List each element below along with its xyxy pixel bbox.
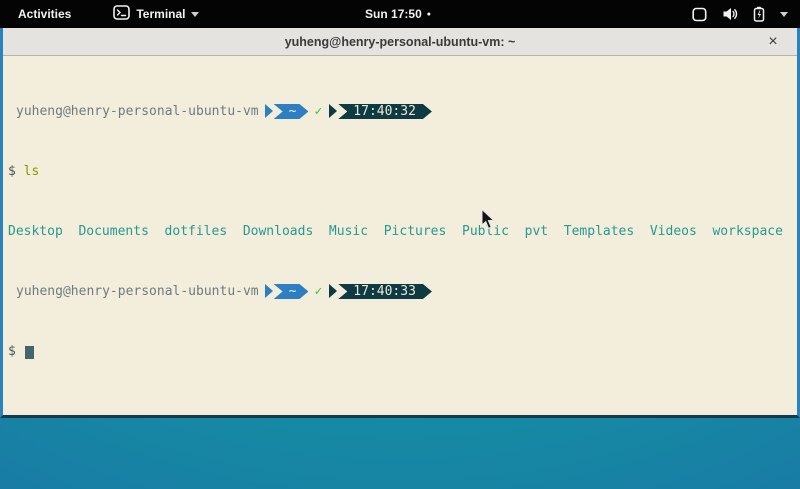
prompt-user: yuheng@henry-personal-ubuntu-vm [8, 284, 259, 299]
powerline-arrow-icon [265, 104, 273, 118]
directory-item: Templates [564, 224, 650, 239]
prompt-line: yuheng@henry-personal-ubuntu-vm ~ ✓ 17:40:3… [8, 284, 797, 299]
powerline-arrow-icon [265, 284, 273, 298]
system-status-area[interactable] [692, 6, 788, 22]
input-line: $ [8, 344, 797, 359]
desktop-background: yuheng@henry-personal-ubuntu-vm: ~ × yuh… [0, 28, 800, 489]
clock[interactable]: Sun 17:50 ● [365, 0, 431, 28]
directory-item: Desktop [8, 224, 78, 239]
close-button[interactable]: × [761, 28, 785, 55]
screen: Activities Terminal Sun 17:50 ● [0, 0, 800, 489]
prompt-path-segment: ~ [274, 284, 309, 299]
directory-item: Music [329, 224, 384, 239]
text-cursor [25, 346, 34, 359]
window-title: yuheng@henry-personal-ubuntu-vm: ~ [285, 35, 516, 49]
window-titlebar[interactable]: yuheng@henry-personal-ubuntu-vm: ~ × [3, 28, 797, 56]
ls-output-line: Desktop Documents dotfiles Downloads Mus… [8, 224, 797, 239]
volume-icon [722, 7, 738, 21]
terminal-content[interactable]: yuheng@henry-personal-ubuntu-vm ~ ✓ 17:40:3… [3, 56, 797, 414]
app-menu[interactable]: Terminal [113, 5, 199, 23]
command-line: $ ls [8, 164, 797, 179]
terminal-window: yuheng@henry-personal-ubuntu-vm: ~ × yuh… [0, 28, 800, 418]
prompt-symbol: $ [8, 344, 16, 359]
directory-item: dotfiles [165, 224, 243, 239]
directory-item: Pictures [384, 224, 462, 239]
chevron-down-icon [191, 12, 199, 17]
terminal-icon [113, 5, 130, 23]
app-menu-label: Terminal [136, 7, 185, 21]
powerline-arrow-icon [329, 284, 337, 298]
status-check-icon: ✓ [314, 104, 322, 119]
status-check-icon: ✓ [314, 284, 322, 299]
directory-item: Downloads [243, 224, 329, 239]
prompt-path-segment: ~ [274, 104, 309, 119]
powerline-arrow-icon [329, 104, 337, 118]
screen-icon [692, 7, 707, 22]
directory-item: workspace [712, 224, 782, 239]
clock-label: Sun 17:50 [365, 7, 422, 21]
directory-item: Documents [78, 224, 164, 239]
directory-item: pvt [525, 224, 564, 239]
prompt-time-segment: 17:40:33 [338, 284, 432, 299]
prompt-time-segment: 17:40:32 [338, 104, 432, 119]
chevron-down-icon [780, 12, 788, 17]
mouse-pointer-icon [481, 209, 496, 230]
battery-charging-icon [753, 6, 765, 22]
activities-button[interactable]: Activities [14, 5, 75, 23]
directory-item: Videos [650, 224, 713, 239]
notification-dot: ● [427, 11, 431, 18]
prompt-symbol: $ [8, 164, 16, 179]
command-text: ls [24, 164, 40, 179]
prompt-line: yuheng@henry-personal-ubuntu-vm ~ ✓ 17:40:3… [8, 104, 797, 119]
top-bar: Activities Terminal Sun 17:50 ● [0, 0, 800, 28]
prompt-user: yuheng@henry-personal-ubuntu-vm [8, 104, 259, 119]
